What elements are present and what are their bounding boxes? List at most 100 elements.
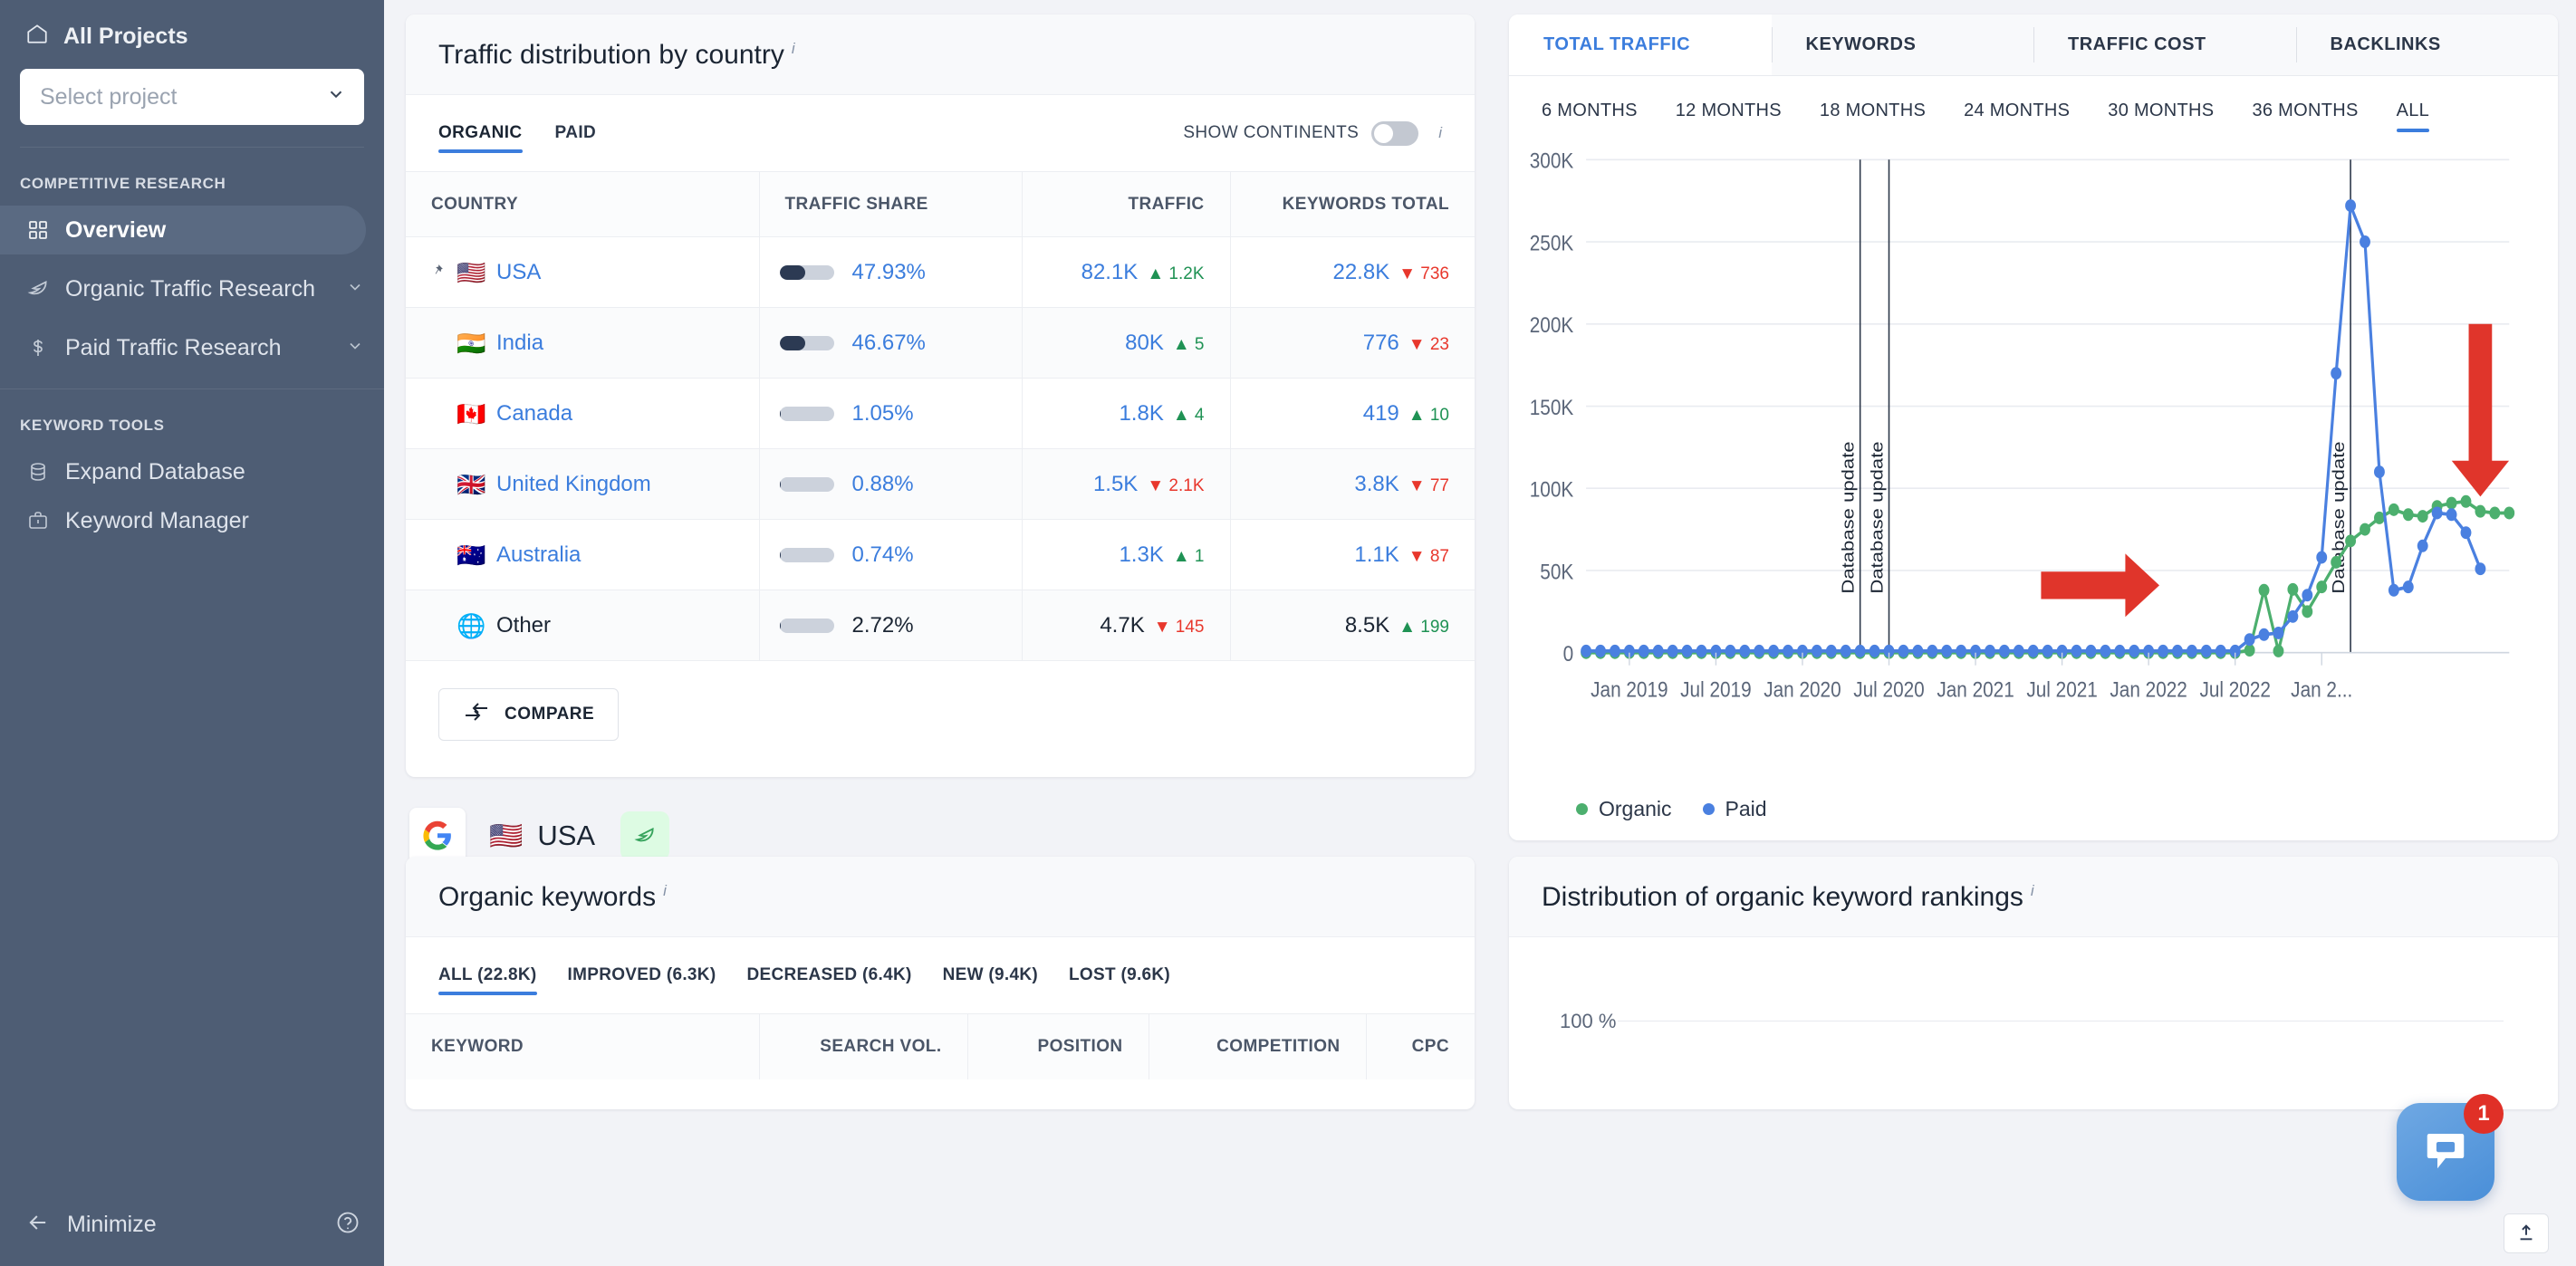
traffic-value: 1.5K: [1092, 471, 1139, 496]
cell-country: 🇨🇦 Canada: [406, 378, 760, 450]
cell-traffic-share: 0.74%: [759, 519, 1023, 591]
legend-item-paid[interactable]: Paid: [1702, 797, 1767, 821]
period-6-months[interactable]: 6 MONTHS: [1542, 76, 1638, 145]
flag-icon: 🇬🇧: [457, 470, 486, 498]
svg-text:Jan 2022: Jan 2022: [2110, 676, 2187, 702]
svg-text:Jul 2019: Jul 2019: [1680, 676, 1751, 702]
help-icon[interactable]: [335, 1210, 360, 1240]
cell-traffic-share: 46.67%: [759, 307, 1023, 379]
share-value: 0.88%: [851, 471, 914, 496]
tab-backlinks[interactable]: BACKLINKS: [2295, 14, 2559, 75]
country-name[interactable]: India: [496, 331, 543, 356]
period-12-months[interactable]: 12 MONTHS: [1676, 76, 1782, 145]
sidebar: All Projects Select project COMPETITIVE …: [0, 0, 384, 1266]
svg-text:0: 0: [1563, 640, 1574, 666]
tab-decreased[interactable]: DECREASED (6.4K): [746, 937, 911, 1013]
cell-traffic-share: 2.72%: [759, 590, 1023, 662]
col-country[interactable]: COUNTRY: [406, 171, 760, 238]
col-position[interactable]: POSITION: [967, 1013, 1149, 1079]
share-value: 2.72%: [851, 612, 914, 638]
tab-traffic-cost[interactable]: TRAFFIC COST: [2033, 14, 2296, 75]
col-keyword[interactable]: KEYWORD: [406, 1013, 760, 1079]
arrow-left-icon[interactable]: [25, 1210, 51, 1240]
sidebar-item-organic-traffic-research[interactable]: Organic Traffic Research: [0, 254, 384, 323]
home-icon: [25, 22, 49, 52]
sidebar-item-expand-database[interactable]: Expand Database: [0, 447, 384, 496]
share-bar: [779, 547, 834, 562]
svg-text:Database update: Database update: [1868, 441, 1887, 593]
svg-text:Database update: Database update: [1839, 441, 1858, 593]
cell-country: 🇦🇺 Australia: [406, 519, 760, 591]
cell-keywords-total: 419 ▲ 10: [1230, 378, 1475, 450]
country-name[interactable]: Canada: [496, 401, 572, 427]
table-row[interactable]: 🇬🇧 United Kingdom 0.88% 1.5K ▼ 2.1K 3.8K…: [406, 448, 1475, 521]
traffic-value: 82.1K: [1081, 259, 1139, 284]
period-18-months[interactable]: 18 MONTHS: [1820, 76, 1926, 145]
traffic-delta: ▼ 145: [1153, 617, 1205, 637]
left-column: Traffic distribution by country i ORGANIC…: [406, 14, 1475, 865]
col-cpc[interactable]: CPC: [1366, 1013, 1475, 1079]
rankings-chart[interactable]: 100 %: [1509, 937, 2558, 1109]
country-traffic-table: COUNTRY TRAFFIC SHARE TRAFFIC KEYWORDS T…: [406, 171, 1475, 662]
traffic-delta: ▲ 4: [1172, 405, 1205, 425]
chat-widget-button[interactable]: 1: [2397, 1094, 2504, 1201]
tab-paid[interactable]: PAID: [555, 95, 597, 171]
col-search-vol[interactable]: SEARCH VOL.: [759, 1013, 968, 1079]
country-name[interactable]: USA: [496, 260, 541, 285]
traffic-distribution-card: Traffic distribution by country i ORGANIC…: [406, 14, 1475, 778]
info-icon[interactable]: i: [2031, 882, 2034, 899]
country-name[interactable]: Australia: [496, 542, 581, 568]
period-36-months[interactable]: 36 MONTHS: [2252, 76, 2358, 145]
traffic-value: 1.3K: [1119, 542, 1164, 567]
sidebar-item-label: Organic Traffic Research: [65, 276, 316, 302]
col-traffic[interactable]: TRAFFIC: [1022, 171, 1231, 238]
keywords-delta: ▼ 87: [1408, 546, 1449, 566]
svg-text:Jan 2020: Jan 2020: [1764, 676, 1841, 702]
table-row[interactable]: 🇦🇺 Australia 0.74% 1.3K ▲ 1 1.1K ▼ 87: [406, 519, 1475, 591]
share-bar: [779, 264, 834, 280]
tab-organic[interactable]: ORGANIC: [438, 95, 523, 171]
tab-improved[interactable]: IMPROVED (6.3K): [568, 937, 716, 1013]
google-icon[interactable]: [409, 808, 466, 865]
cell-country: 🇮🇳 India: [406, 307, 760, 379]
sidebar-item-keyword-manager[interactable]: Keyword Manager: [0, 496, 384, 545]
pin-icon[interactable]: [431, 264, 446, 281]
legend-item-organic[interactable]: Organic: [1576, 797, 1672, 821]
period-selector: 6 MONTHS 12 MONTHS 18 MONTHS 24 MONTHS 3…: [1509, 76, 2558, 145]
table-row[interactable]: 🌐 Other 2.72% 4.7K ▼ 145 8.5K ▲ 199: [406, 590, 1475, 662]
tab-total-traffic[interactable]: TOTAL TRAFFIC: [1509, 14, 1772, 75]
country-name[interactable]: United Kingdom: [496, 472, 651, 497]
svg-text:Jan 2019: Jan 2019: [1591, 676, 1668, 702]
tab-lost[interactable]: LOST (9.6K): [1069, 937, 1170, 1013]
tab-keywords[interactable]: KEYWORDS: [1771, 14, 2034, 75]
leaf-icon[interactable]: [620, 811, 670, 861]
table-row[interactable]: 🇮🇳 India 46.67% 80K ▲ 5 776 ▼ 23: [406, 307, 1475, 379]
col-traffic-share[interactable]: TRAFFIC SHARE: [759, 171, 1023, 238]
table-row[interactable]: 🇨🇦 Canada 1.05% 1.8K ▲ 4 419 ▲ 10: [406, 378, 1475, 450]
period-24-months[interactable]: 24 MONTHS: [1964, 76, 2070, 145]
compare-button[interactable]: COMPARE: [438, 688, 620, 742]
info-icon[interactable]: i: [792, 40, 795, 57]
sidebar-all-projects[interactable]: All Projects: [20, 16, 364, 56]
col-competition[interactable]: COMPETITION: [1149, 1013, 1367, 1079]
col-keywords-total[interactable]: KEYWORDS TOTAL: [1230, 171, 1475, 238]
sidebar-item-paid-traffic-research[interactable]: Paid Traffic Research: [0, 323, 384, 372]
minimize-label[interactable]: Minimize: [67, 1212, 319, 1238]
flag-icon: 🇦🇺: [457, 541, 486, 569]
project-select[interactable]: Select project: [20, 69, 364, 125]
sidebar-item-overview[interactable]: Overview: [0, 206, 366, 254]
show-continents-toggle[interactable]: [1371, 120, 1419, 146]
flag-icon: 🇨🇦: [457, 399, 486, 427]
table-row[interactable]: 🇺🇸 USA 47.93% 82.1K ▲ 1.2K 22.8K ▼ 736: [406, 236, 1475, 309]
cell-traffic-share: 47.93%: [759, 236, 1023, 309]
period-all[interactable]: ALL: [2396, 76, 2430, 145]
info-icon[interactable]: i: [1438, 124, 1442, 142]
tab-new[interactable]: NEW (9.4K): [943, 937, 1038, 1013]
tab-all[interactable]: ALL (22.8K): [438, 937, 537, 1013]
traffic-line-chart[interactable]: 0 50K 100K 150K 200K 250K 300K Database update D…: [1509, 145, 2558, 777]
app-root: All Projects Select project COMPETITIVE …: [0, 0, 2576, 1266]
info-icon[interactable]: i: [663, 882, 667, 899]
period-30-months[interactable]: 30 MONTHS: [2108, 76, 2214, 145]
sidebar-item-label: Expand Database: [65, 459, 245, 484]
keywords-delta: ▲ 10: [1408, 405, 1449, 425]
